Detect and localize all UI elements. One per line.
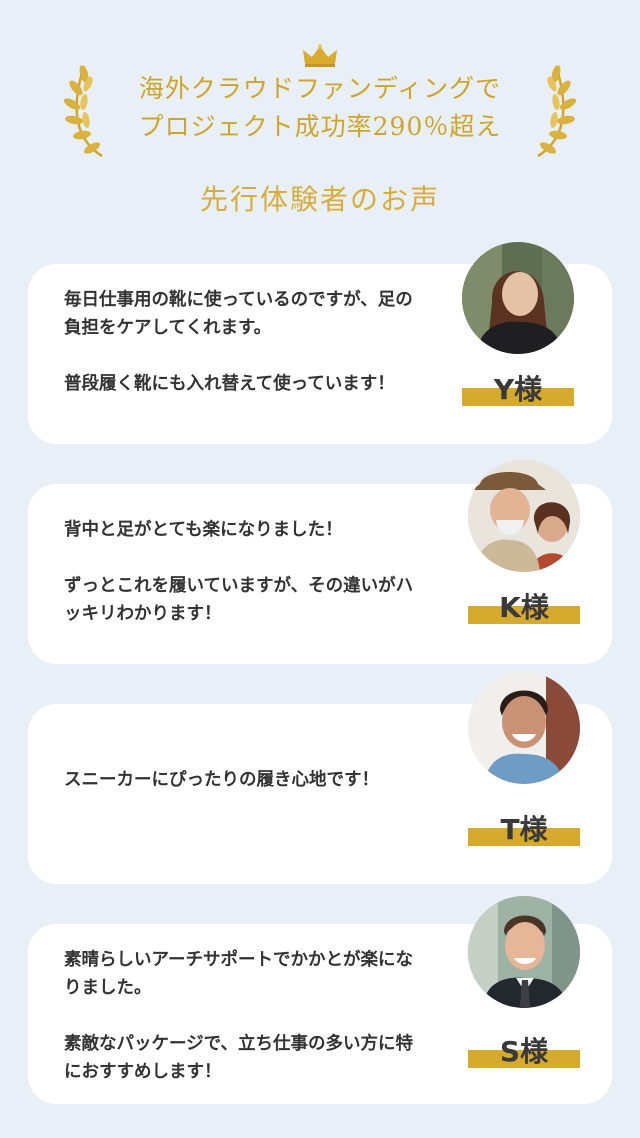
crown-icon [303,44,337,67]
customer-name: T様 [500,813,548,846]
name-tag-k: K様 [468,590,580,626]
man-suit-portrait-icon [468,896,580,1008]
headline-line-1: 海外クラウドファンディングで [138,74,502,103]
testimonial-text: 背中と足がとても楽になりました！ ずっとこれを履いていますが、その違いがハッキリ… [64,520,414,624]
testimonial-text: 素晴らしいアーチサポートでかかとが楽になりました。 素敵なパッケージで、立ち仕事… [64,950,413,1082]
couple-portrait-icon [468,460,580,572]
man-portrait-icon [468,672,580,784]
name-tag-y: Y様 [462,372,574,408]
woman-portrait-icon [462,242,574,354]
section-title: 先行体験者のお声 [199,183,440,216]
headline: 海外クラウドファンディングで プロジェクト成功率290％超え [100,70,540,146]
testimonial-text: スニーカーにぴったりの履き心地です！ [64,770,379,790]
headline-line-2: プロジェクト成功率290％超え [138,112,502,141]
customer-name: Y様 [493,373,543,406]
customer-name: K様 [499,591,549,624]
customer-name: S様 [499,1035,549,1068]
header: 海外クラウドファンディングで プロジェクト成功率290％超え 先行体験者のお声 [0,0,640,240]
testimonial-text: 毎日仕事用の靴に使っているのですが、足の負担をケアしてくれます。 普段履く靴にも… [64,290,413,394]
name-tag-t: T様 [468,812,580,848]
name-tag-s: S様 [468,1034,580,1070]
